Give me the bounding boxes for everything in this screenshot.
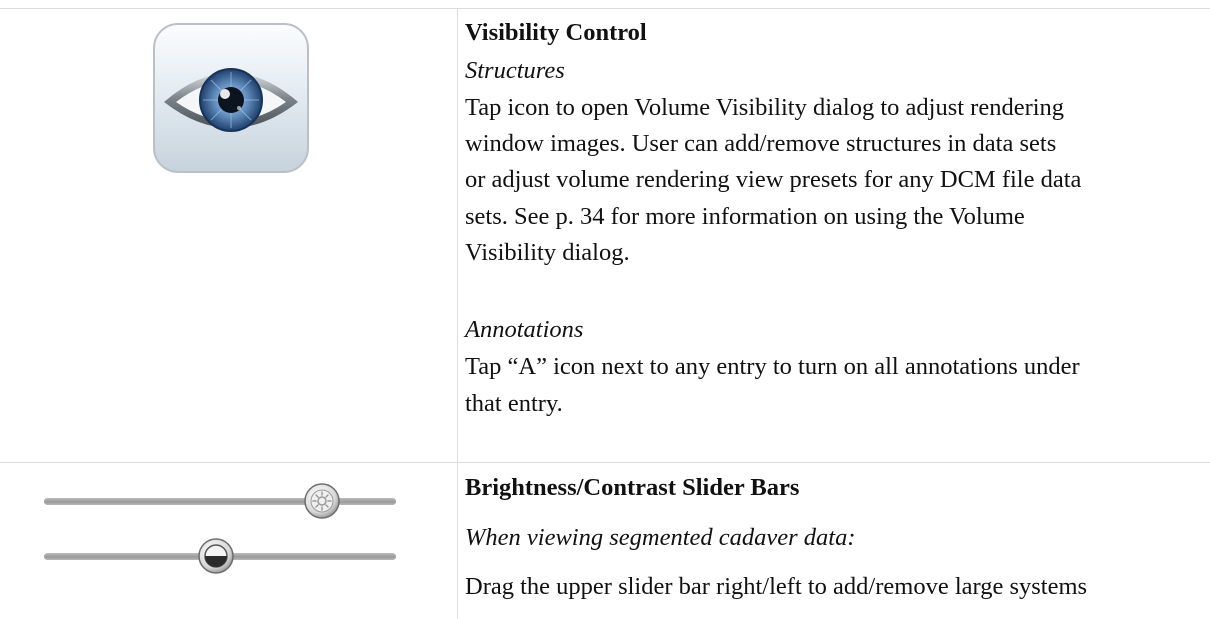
column-divider <box>457 8 458 619</box>
structures-line: Visibility dialog. <box>465 239 630 266</box>
structures-line: sets. See p. 34 for more information on … <box>465 203 1025 230</box>
brightness-slider-track[interactable] <box>44 498 396 505</box>
structures-line: or adjust volume rendering view presets … <box>465 166 1082 193</box>
structures-heading: Structures <box>465 57 565 84</box>
visibility-title: Visibility Control <box>465 19 647 46</box>
brightness-slider[interactable] <box>44 482 396 522</box>
structures-line: window images. User can add/remove struc… <box>465 130 1057 157</box>
brightness-subtitle: When viewing segmented cadaver data: <box>465 524 856 551</box>
brightness-title: Brightness/Contrast Slider Bars <box>465 474 800 501</box>
sun-icon[interactable] <box>303 482 341 520</box>
annotations-heading: Annotations <box>465 316 584 343</box>
annotations-line: that entry. <box>465 390 563 417</box>
contrast-icon[interactable] <box>197 537 235 575</box>
contrast-slider[interactable] <box>44 537 396 577</box>
structures-line: Tap icon to open Volume Visibility dialo… <box>465 94 1065 121</box>
eye-icon[interactable] <box>152 22 310 174</box>
annotations-line: Tap “A” icon next to any entry to turn o… <box>465 353 1080 380</box>
table-top-border <box>0 8 1210 9</box>
brightness-body-line: Drag the upper slider bar right/left to … <box>465 573 1088 600</box>
row-divider <box>0 462 1210 463</box>
